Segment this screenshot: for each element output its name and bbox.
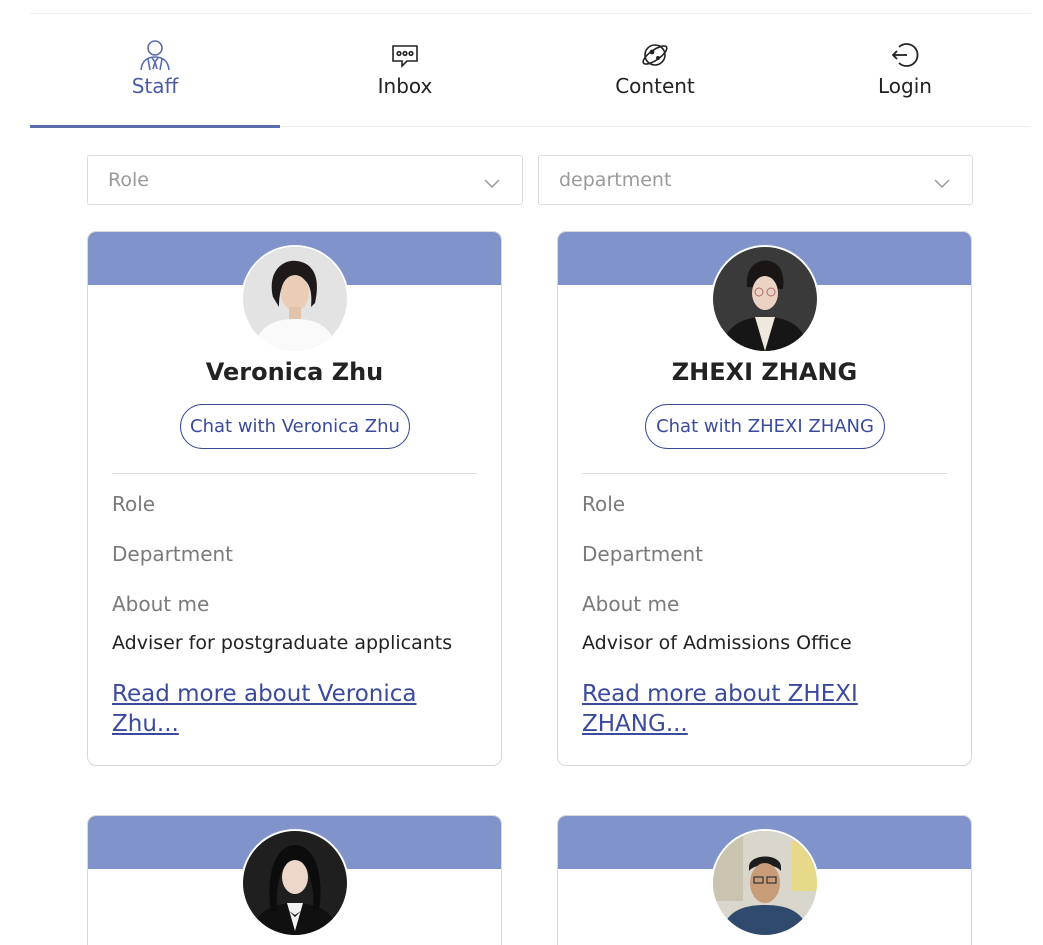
department-select[interactable]: department bbox=[538, 155, 973, 205]
tab-content[interactable]: Content bbox=[530, 30, 780, 126]
chat-button[interactable]: Chat with ZHEXI ZHANG bbox=[645, 404, 885, 449]
role-label: Role bbox=[582, 492, 626, 516]
staff-name: Veronica Zhu bbox=[205, 358, 384, 386]
about-label: About me bbox=[582, 592, 680, 616]
tab-content-label: Content bbox=[615, 74, 695, 98]
top-divider bbox=[30, 13, 1031, 14]
tab-staff-label: Staff bbox=[131, 74, 179, 98]
role-select-placeholder: Role bbox=[108, 169, 149, 191]
avatar bbox=[711, 245, 819, 353]
staff-card: ZHEXI ZHANG Chat with ZHEXI ZHANG Role D… bbox=[557, 231, 972, 766]
chat-button[interactable]: Chat with Veronica Zhu bbox=[180, 404, 410, 449]
tab-login-label: Login bbox=[878, 74, 932, 98]
avatar bbox=[711, 829, 819, 937]
chat-bubble-icon bbox=[388, 38, 422, 72]
role-select[interactable]: Role bbox=[87, 155, 523, 205]
department-label: Department bbox=[112, 542, 234, 566]
about-label: About me bbox=[112, 592, 210, 616]
read-more-link[interactable]: Read more about Veronica Zhu... bbox=[112, 679, 482, 739]
tab-inbox-label: Inbox bbox=[377, 74, 433, 98]
tab-inbox[interactable]: Inbox bbox=[280, 30, 530, 126]
chevron-down-icon bbox=[484, 172, 500, 194]
role-label: Role bbox=[112, 492, 156, 516]
read-more-link[interactable]: Read more about ZHEXI ZHANG... bbox=[582, 679, 882, 739]
staff-card bbox=[557, 815, 972, 945]
department-label: Department bbox=[582, 542, 704, 566]
department-select-placeholder: department bbox=[559, 169, 672, 191]
card-divider bbox=[582, 473, 947, 474]
staff-card: Veronica Zhu Chat with Veronica Zhu Role… bbox=[87, 231, 502, 766]
card-divider bbox=[112, 473, 477, 474]
chevron-down-icon bbox=[934, 172, 950, 194]
about-text: Advisor of Admissions Office bbox=[582, 632, 852, 654]
login-icon bbox=[888, 38, 922, 72]
user-tie-icon bbox=[138, 38, 172, 72]
avatar bbox=[241, 829, 349, 937]
about-text: Adviser for postgraduate applicants bbox=[112, 632, 453, 654]
avatar bbox=[241, 245, 349, 353]
tab-bar: Staff Inbox Content Login bbox=[30, 30, 1031, 128]
staff-card bbox=[87, 815, 502, 945]
tab-staff[interactable]: Staff bbox=[30, 30, 280, 128]
planet-icon bbox=[638, 38, 672, 72]
staff-name: ZHEXI ZHANG bbox=[671, 358, 858, 386]
tab-login[interactable]: Login bbox=[780, 30, 1030, 126]
